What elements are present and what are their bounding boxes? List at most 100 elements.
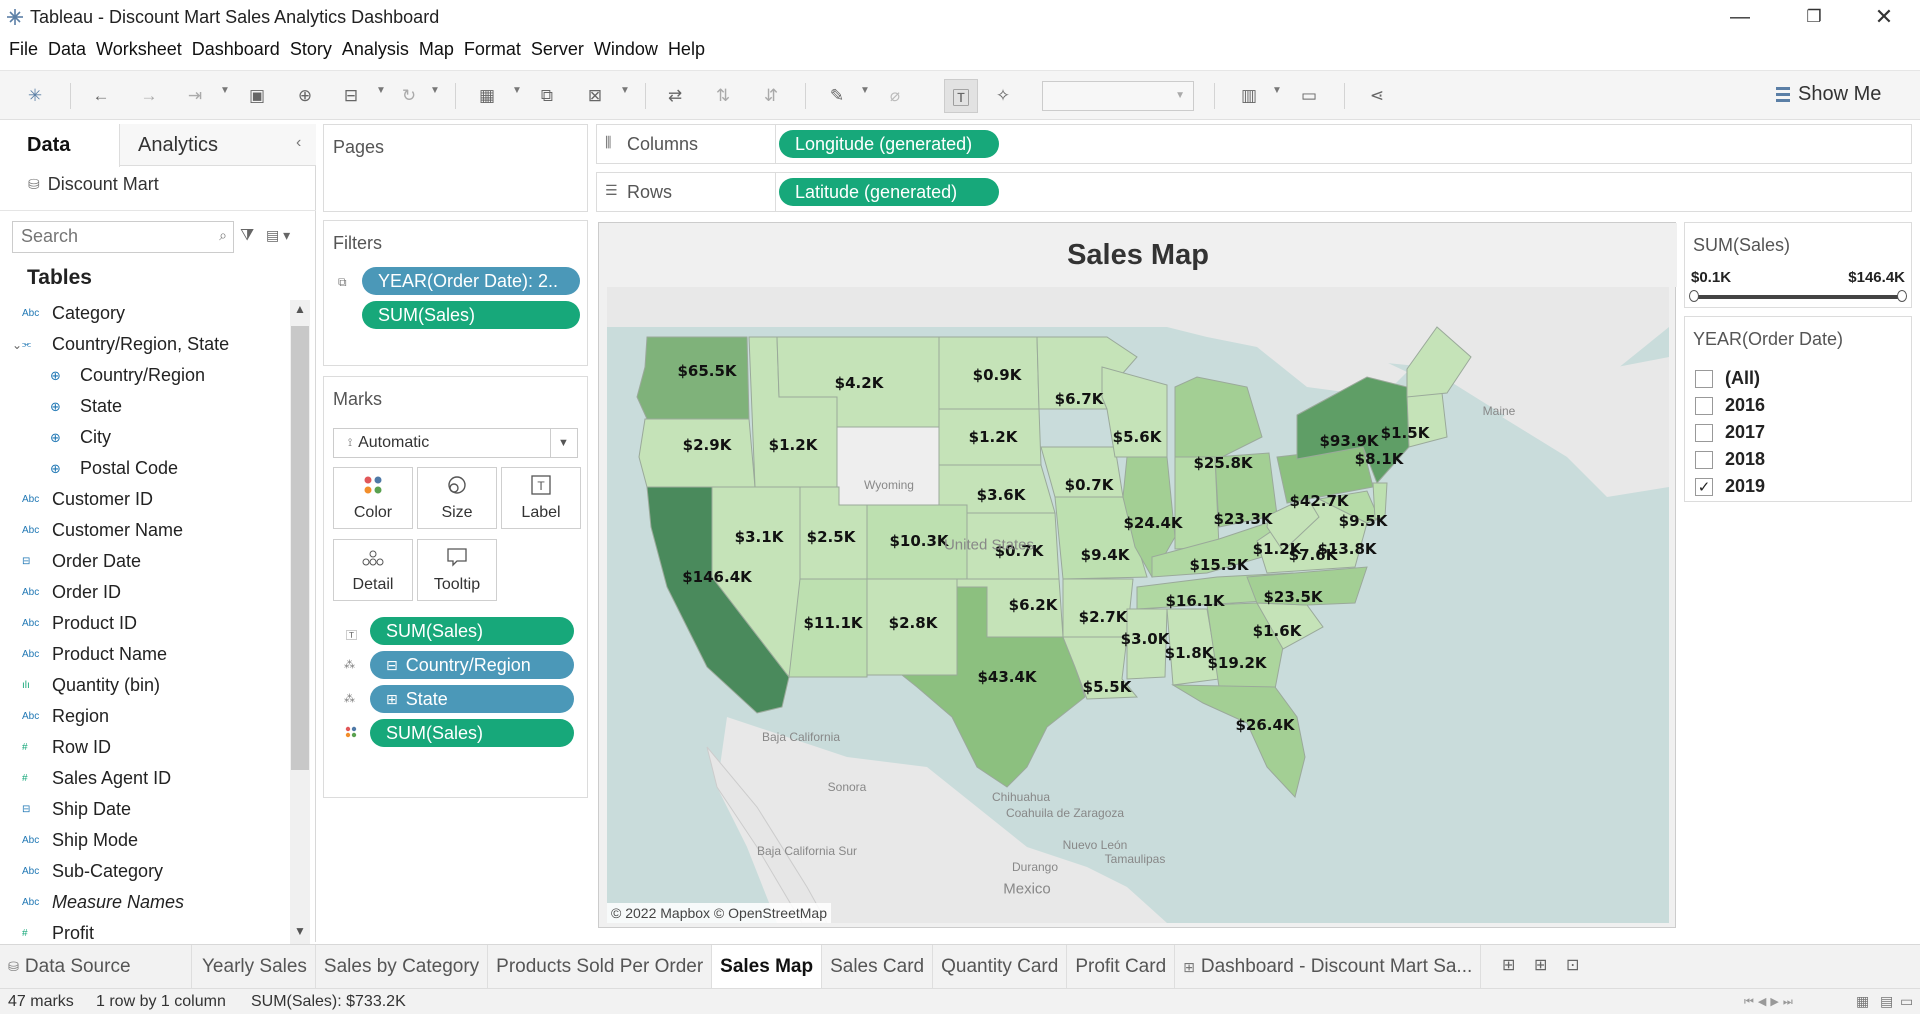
columns-shelf[interactable]: ⫼ Columns Longitude (generated) (596, 124, 1912, 164)
close-button[interactable]: ✕ (1854, 0, 1914, 34)
sheet-tab[interactable]: Sales Map (712, 945, 823, 989)
clear-sheet-icon[interactable]: ⊠ (582, 83, 608, 109)
year-filter-item[interactable]: ✓ 2019 (1695, 473, 1905, 500)
field-item[interactable]: ⌄ ⫘ Country/Region, State (0, 329, 290, 360)
tab-navigation-icon[interactable]: ⏮◀▶⏭ (1744, 995, 1797, 1009)
show-me-button[interactable]: Show Me (1776, 83, 1881, 106)
field-item[interactable]: Abc Region (0, 701, 290, 732)
checkbox[interactable] (1695, 369, 1713, 388)
marks-pill-state[interactable]: ⊞ State (370, 685, 574, 713)
field-item[interactable]: # Sales Agent ID (0, 763, 290, 794)
redo-icon[interactable]: → (136, 83, 162, 109)
pause-dropdown-icon[interactable]: ▼ (376, 85, 386, 96)
view-options-icon[interactable]: ▤ ▾ (266, 227, 290, 244)
field-item[interactable]: Abc Category (0, 298, 290, 329)
share-icon[interactable]: ⋖ (1364, 83, 1390, 109)
datasource-item[interactable]: ⛁ Discount Mart (28, 174, 159, 195)
marks-pill-country-region[interactable]: ⊟ Country/Region (370, 651, 574, 679)
replay-icon[interactable]: ⇥ (182, 83, 208, 109)
sheet-tab[interactable]: ⊞ Dashboard - Discount Mart Sa... (1175, 945, 1482, 989)
checkbox-checked[interactable]: ✓ (1695, 477, 1713, 496)
scroll-up-icon[interactable]: ▲ (294, 302, 306, 316)
field-item[interactable]: Abc Order ID (0, 577, 290, 608)
field-item[interactable]: Abc Customer Name (0, 515, 290, 546)
fit-dropdown[interactable]: ▼ (1042, 81, 1194, 111)
sales-map-view[interactable]: Sales Map $65.5K $2.9K $146.4K $1.2K $3.1K $4… (598, 222, 1677, 928)
show-tabs-icon[interactable]: ▭ (1900, 993, 1913, 1010)
slider-min-handle[interactable] (1689, 290, 1699, 302)
highlight-dropdown-icon[interactable]: ▼ (860, 85, 870, 96)
show-mark-labels-icon[interactable]: 🅃 (944, 79, 978, 113)
scrollbar-thumb[interactable] (291, 326, 309, 770)
replay-dropdown-icon[interactable]: ▼ (220, 85, 230, 96)
year-filter-item[interactable]: 2018 (1695, 446, 1905, 473)
field-item[interactable]: ılı Quantity (bin) (0, 670, 290, 701)
menu-server[interactable]: Server (526, 36, 589, 64)
new-story-tab-icon[interactable]: ⊡ (1566, 955, 1579, 975)
field-item[interactable]: ⊕ State (0, 391, 290, 422)
menu-help[interactable]: Help (663, 36, 710, 64)
filter-fields-icon[interactable]: ⧩ (240, 227, 254, 245)
expand-chevron-icon[interactable]: ⌄ (12, 338, 22, 352)
field-item[interactable]: Abc Measure Names (0, 887, 290, 918)
group-members-icon[interactable]: ⌀ (882, 83, 908, 109)
new-datasource-icon[interactable]: ⊕ (292, 83, 318, 109)
label-button[interactable]: T Label (501, 467, 581, 529)
year-filter-item[interactable]: 2017 (1695, 419, 1905, 446)
sheet-tab[interactable]: Products Sold Per Order (488, 945, 713, 989)
filter-pill-sales[interactable]: SUM(Sales) (362, 301, 580, 329)
clear-dropdown-icon[interactable]: ▼ (620, 85, 630, 96)
sheet-tab[interactable]: Sales Card (822, 945, 934, 989)
columns-pill-longitude[interactable]: Longitude (generated) (779, 130, 999, 158)
new-dashboard-tab-icon[interactable]: ⊞ (1534, 955, 1547, 975)
show-cards-dropdown-icon[interactable]: ▼ (1272, 85, 1282, 96)
scroll-down-icon[interactable]: ▼ (294, 924, 306, 938)
menu-format[interactable]: Format (459, 36, 526, 64)
refresh-icon[interactable]: ↻ (396, 83, 422, 109)
slider-max-handle[interactable] (1897, 290, 1907, 302)
year-filter-item[interactable]: 2016 (1695, 392, 1905, 419)
refresh-dropdown-icon[interactable]: ▼ (430, 85, 440, 96)
pause-updates-icon[interactable]: ⊟ (338, 83, 364, 109)
tab-analytics[interactable]: Analytics (138, 134, 218, 157)
marks-pill-sum-sales-label[interactable]: SUM(Sales) (370, 617, 574, 645)
menu-worksheet[interactable]: Worksheet (91, 36, 187, 64)
rows-pill-latitude[interactable]: Latitude (generated) (779, 178, 999, 206)
new-worksheet-dropdown-icon[interactable]: ▼ (512, 85, 522, 96)
undo-icon[interactable]: ← (88, 83, 114, 109)
data-source-tab[interactable]: ⛁ Data Source (0, 945, 192, 989)
new-worksheet-tab-icon[interactable]: ⊞ (1502, 955, 1515, 975)
tab-data[interactable]: Data (0, 124, 120, 167)
rows-shelf[interactable]: ☰ Rows Latitude (generated) (596, 172, 1912, 212)
show-cards-icon[interactable]: ▥ (1236, 83, 1262, 109)
save-icon[interactable]: ▣ (244, 83, 270, 109)
menu-story[interactable]: Story (285, 36, 337, 64)
field-item[interactable]: ⊕ City (0, 422, 290, 453)
field-item[interactable]: # Profit (0, 918, 290, 944)
marks-pill-sum-sales-color[interactable]: SUM(Sales) (370, 719, 574, 747)
field-item[interactable]: Abc Product Name (0, 639, 290, 670)
sort-descending-icon[interactable]: ⇵ (758, 83, 784, 109)
new-worksheet-icon[interactable]: ▦ (474, 83, 500, 109)
sheet-tab[interactable]: Profit Card (1067, 945, 1176, 989)
tableau-home-icon[interactable]: ✳ (22, 83, 48, 109)
menu-dashboard[interactable]: Dashboard (187, 36, 285, 64)
show-sheet-sorter-icon[interactable]: ▤ (1880, 993, 1893, 1010)
field-item[interactable]: ⊕ Country/Region (0, 360, 290, 391)
field-item[interactable]: Abc Ship Mode (0, 825, 290, 856)
sheet-tab[interactable]: Yearly Sales (194, 945, 316, 989)
fix-axes-icon[interactable]: ✧ (990, 83, 1016, 109)
field-item[interactable]: Abc Product ID (0, 608, 290, 639)
sort-ascending-icon[interactable]: ⇅ (710, 83, 736, 109)
detail-button[interactable]: Detail (333, 539, 413, 601)
swap-rows-columns-icon[interactable]: ⇄ (662, 83, 688, 109)
field-item[interactable]: Abc Sub-Category (0, 856, 290, 887)
search-box[interactable]: ⌕ (12, 221, 234, 253)
sales-range-slider-track[interactable] (1693, 295, 1903, 299)
field-item[interactable]: Abc Customer ID (0, 484, 290, 515)
highlight-icon[interactable]: ✎ (824, 83, 850, 109)
duplicate-sheet-icon[interactable]: ⧉ (534, 83, 560, 109)
restore-button[interactable]: ❐ (1784, 0, 1844, 34)
tooltip-button[interactable]: Tooltip (417, 539, 497, 601)
search-input[interactable] (13, 222, 203, 251)
